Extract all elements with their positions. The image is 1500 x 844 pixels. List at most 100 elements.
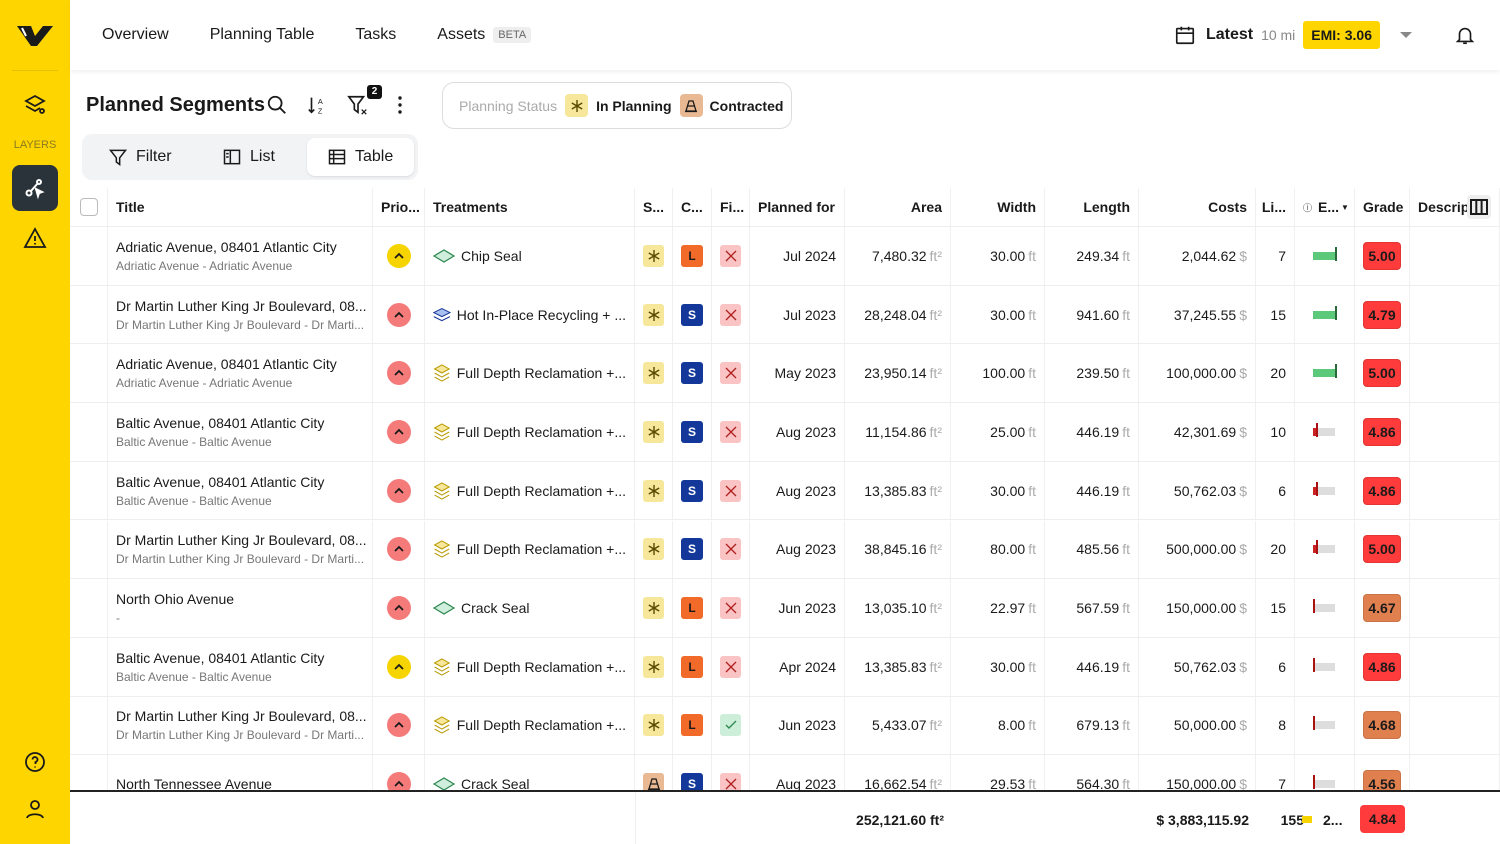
unit-label: ft: [1122, 541, 1130, 558]
table-row[interactable]: Baltic Avenue, 08401 Atlantic City Baltic…: [70, 461, 1500, 521]
table-button[interactable]: Table: [307, 138, 414, 176]
column-header-category[interactable]: C...: [673, 188, 712, 226]
category-cell: S: [673, 285, 712, 344]
more-options-icon[interactable]: [390, 94, 410, 116]
help-icon[interactable]: [12, 739, 58, 785]
status-in-planning[interactable]: In Planning: [596, 98, 671, 114]
column-header-treatments[interactable]: Treatments: [425, 188, 635, 226]
unit-label: ft: [1028, 600, 1036, 617]
title-cell[interactable]: Baltic Avenue, 08401 Atlantic City Baltic…: [108, 637, 373, 696]
column-header-description[interactable]: Descrip: [1410, 188, 1500, 226]
filter-button[interactable]: Filter: [88, 138, 192, 176]
select-all-checkbox[interactable]: [70, 188, 108, 226]
cost-value: 50,762.03: [1173, 658, 1237, 675]
column-header-label: Costs: [1208, 199, 1247, 215]
category-cell: S: [673, 344, 712, 403]
table-row[interactable]: Adriatic Avenue, 08401 Atlantic City Adri…: [70, 227, 1500, 286]
category-badge: L: [681, 597, 703, 620]
warning-icon[interactable]: [12, 215, 58, 261]
width-cell: 30.00 ft: [951, 637, 1045, 696]
planned-cell: Aug 2023: [750, 520, 845, 579]
table-row[interactable]: North Ohio Avenue - Crack Seal L Jun 2023 13,…: [70, 579, 1500, 638]
asterisk-icon: [643, 538, 664, 561]
category-badge: L: [681, 714, 703, 737]
title-cell[interactable]: Baltic Avenue, 08401 Atlantic City Baltic…: [108, 403, 373, 461]
column-header-costs[interactable]: Costs: [1139, 188, 1256, 226]
bell-icon[interactable]: [1454, 24, 1476, 46]
e-level-bar: [1312, 364, 1337, 379]
lanes-value: 6: [1278, 482, 1286, 499]
table-row[interactable]: Baltic Avenue, 08401 Atlantic City Baltic…: [70, 403, 1500, 462]
nav-planning-table[interactable]: Planning Table: [210, 26, 315, 44]
column-header-width[interactable]: Width: [951, 188, 1045, 226]
table-row[interactable]: Dr Martin Luther King Jr Boulevard, 08..…: [70, 520, 1500, 580]
treatment-cell[interactable]: Chip Seal: [425, 227, 635, 285]
lanes-cell: 10: [1256, 403, 1295, 461]
user-icon[interactable]: [12, 786, 58, 832]
column-header-length[interactable]: Length: [1045, 188, 1139, 226]
column-header-grade[interactable]: Grade: [1355, 188, 1410, 226]
treatment-cell[interactable]: Full Depth Reclamation +...: [425, 637, 635, 696]
nav-overview[interactable]: Overview: [102, 26, 169, 44]
treatment-cell[interactable]: Full Depth Reclamation +...: [425, 403, 635, 461]
table-row[interactable]: Adriatic Avenue, 08401 Atlantic City Adri…: [70, 344, 1500, 404]
title-cell[interactable]: Dr Martin Luther King Jr Boulevard, 08..…: [108, 520, 373, 579]
treatment-cell[interactable]: Full Depth Reclamation +...: [425, 461, 635, 520]
title-cell[interactable]: Baltic Avenue, 08401 Atlantic City Baltic…: [108, 461, 373, 520]
table-row[interactable]: Baltic Avenue, 08401 Atlantic City Baltic…: [70, 637, 1500, 697]
segment-select-icon[interactable]: [12, 165, 58, 211]
financed-cell: [712, 637, 750, 696]
area-cell: 7,480.32 ft²: [845, 227, 951, 285]
table-row[interactable]: Dr Martin Luther King Jr Boulevard, 08..…: [70, 696, 1500, 756]
treatment-cell[interactable]: Crack Seal: [425, 579, 635, 637]
full-depth-reclamation-icon: [433, 364, 451, 382]
chevron-down-icon[interactable]: [1400, 32, 1412, 38]
column-header-planned-for[interactable]: Planned for: [750, 188, 845, 226]
search-icon[interactable]: [266, 94, 288, 116]
asterisk-icon: [643, 479, 664, 502]
column-header-label: Length: [1083, 199, 1130, 215]
cost-value: 2,044.62: [1181, 247, 1237, 264]
column-header-priority[interactable]: Prio...: [373, 188, 425, 226]
treatment-cell[interactable]: Full Depth Reclamation +...: [425, 520, 635, 579]
date-latest[interactable]: Latest: [1206, 26, 1253, 44]
nav-assets[interactable]: Assets BETA: [437, 26, 532, 44]
cost-cell: 150,000.00 $: [1139, 579, 1256, 637]
table-row[interactable]: Dr Martin Luther King Jr Boulevard, 08..…: [70, 285, 1500, 345]
description-cell: [1410, 579, 1500, 637]
area-value: 13,385.83: [864, 482, 927, 499]
treatment-cell[interactable]: Hot In-Place Recycling + ...: [425, 285, 635, 344]
unit-label: ft: [1122, 600, 1130, 617]
column-header-e[interactable]: ⓘ E... ▼: [1295, 188, 1355, 226]
title-cell[interactable]: Adriatic Avenue, 08401 Atlantic City Adri…: [108, 227, 373, 285]
column-header-status[interactable]: S...: [635, 188, 673, 226]
nav-assets-label: Assets: [437, 26, 486, 43]
width-value: 30.00: [990, 658, 1026, 675]
width-value: 8.00: [997, 717, 1026, 734]
column-header-lanes[interactable]: Li...: [1256, 188, 1295, 226]
sort-az-icon[interactable]: AZ: [306, 94, 328, 116]
column-header-financed[interactable]: Fi...: [712, 188, 750, 226]
e-cell: [1295, 344, 1355, 403]
status-contracted[interactable]: Contracted: [710, 98, 784, 114]
sort-desc-icon[interactable]: ▼: [1341, 203, 1349, 212]
priority-chevron-icon: [386, 596, 411, 621]
column-header-title[interactable]: Title: [108, 188, 373, 226]
nav-tasks[interactable]: Tasks: [355, 26, 396, 44]
calendar-icon[interactable]: [1174, 24, 1196, 46]
list-button[interactable]: List: [202, 138, 295, 176]
column-header-area[interactable]: Area: [845, 188, 951, 226]
title-cell[interactable]: Dr Martin Luther King Jr Boulevard, 08..…: [108, 285, 373, 344]
treatment-cell[interactable]: Full Depth Reclamation +...: [425, 344, 635, 403]
unit-label: ft²: [929, 365, 942, 382]
title-cell[interactable]: Adriatic Avenue, 08401 Atlantic City Adri…: [108, 344, 373, 403]
category-badge: S: [681, 538, 703, 561]
planned-cell: Aug 2023: [750, 403, 845, 461]
columns-icon[interactable]: [1467, 195, 1491, 219]
treatment-cell[interactable]: Full Depth Reclamation +...: [425, 696, 635, 755]
layers-settings-icon[interactable]: [12, 82, 58, 128]
area-cell: 38,845.16 ft²: [845, 520, 951, 579]
title-cell[interactable]: Dr Martin Luther King Jr Boulevard, 08..…: [108, 696, 373, 755]
column-header-label: Planned for: [758, 199, 836, 215]
title-cell[interactable]: North Ohio Avenue -: [108, 579, 373, 637]
